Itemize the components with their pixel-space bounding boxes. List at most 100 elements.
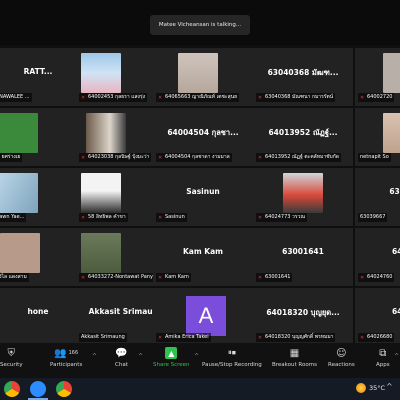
tray-chevron-icon[interactable]: ^ (386, 382, 393, 391)
participant-label: ✕ 64004504 กุลชาดา งามมาล (156, 153, 232, 162)
participant-tile[interactable]: 64018320 บุญยุด... ✕ 64018320 บุญญศักดิ์ … (253, 288, 353, 343)
reactions-icon: ☺ (336, 347, 347, 359)
chat-button[interactable]: 💬 Chat (115, 347, 128, 377)
participant-tile[interactable]: 64024 ✕64024760 (355, 228, 400, 286)
weather-widget[interactable]: 35°C (356, 383, 385, 393)
participant-tile[interactable]: 63001641 ✕ 63001641 (253, 228, 353, 286)
participant-name-large: 64004504 กุลชา... (167, 128, 239, 137)
chat-bubble-icon: 💬 (115, 347, 128, 359)
zoom-icon[interactable] (30, 381, 46, 397)
participant-label: ยาวิไล แดงสาม (0, 273, 29, 282)
participant-label: ✕ Amika Erica Takei (156, 333, 211, 342)
share-options-chevron[interactable]: ^ (194, 353, 199, 360)
participant-tile[interactable]: netnapit So (355, 108, 400, 166)
muted-mic-icon: ✕ (158, 274, 163, 281)
participant-avatar: A (186, 296, 226, 336)
participant-video (81, 53, 121, 93)
participant-video (86, 113, 126, 153)
participant-video (81, 233, 121, 273)
participant-label: ญา ยศร่างเย (0, 153, 23, 162)
muted-mic-icon: ✕ (360, 94, 365, 101)
record-button[interactable]: ⏸⏹ Pause/Stop Recording (202, 347, 262, 377)
apps-options-chevron[interactable]: ^ (394, 353, 399, 360)
participant-tile[interactable]: ✕ 64065663 ญาณิภัณท์ เตชะสุนย (153, 48, 253, 106)
participant-tile[interactable]: 64026 ✕64026680 (355, 288, 400, 343)
participants-options-chevron[interactable]: ^ (92, 353, 97, 360)
chrome-icon[interactable] (56, 381, 72, 397)
participant-tile[interactable]: 63040368 มัฒฑ... ✕ 63040368 มัณฑนา กมารรั… (253, 48, 353, 106)
participant-video (283, 173, 323, 213)
security-button[interactable]: ⛨ Security (0, 347, 23, 377)
muted-mic-icon: ✕ (258, 154, 263, 161)
sun-icon (356, 383, 366, 393)
pause-stop-icon: ⏸⏹ (227, 348, 236, 357)
muted-mic-icon: ✕ (258, 214, 263, 221)
reactions-button[interactable]: ☺ Reactions (328, 347, 355, 377)
breakout-rooms-icon: ▦ (289, 347, 300, 359)
breakout-rooms-button[interactable]: ▦ Breakout Rooms (272, 347, 317, 377)
participant-name-large: 630396 (389, 187, 400, 196)
participant-name-large: 63001641 (282, 247, 324, 256)
participant-name-large: Kam Kam (183, 247, 223, 256)
participant-tile[interactable]: ✕ 64024773 วรวณ (253, 168, 353, 226)
participant-label: TANAWALEE ... (0, 93, 32, 102)
participant-tile[interactable]: 630396 63039667 (355, 168, 400, 226)
apps-icon: ⧉ (379, 347, 387, 359)
participant-video (81, 173, 121, 213)
participant-label: ✕ Kam Kam (156, 273, 191, 282)
participant-video (0, 113, 38, 153)
participant-tile[interactable]: 64013952 ณัฏฐ์... ✕ 64013952 ณัฏฐ์ ตะคลัท… (253, 108, 353, 166)
participant-name-large: RATT... (23, 67, 53, 76)
participant-tile[interactable]: RATT... TANAWALEE ... (0, 48, 88, 106)
participant-label: ✕ 64002720 (358, 93, 395, 102)
muted-mic-icon: ✕ (360, 274, 365, 281)
muted-mic-icon: ✕ (158, 154, 163, 161)
muted-mic-icon: ✕ (158, 94, 163, 101)
participant-label: ✕ 64002453 กุลธรา แสงรุ่ง (79, 93, 148, 102)
meeting-top-bar: Matee Vicheansan is talking... (0, 0, 400, 45)
participant-label: 63039667 (358, 213, 388, 222)
muted-mic-icon: ✕ (258, 94, 263, 101)
participant-tile[interactable]: apawn Yae... (0, 168, 88, 226)
participant-tile[interactable]: ยาวิไล แดงสาม (0, 228, 88, 286)
participant-video (0, 233, 40, 273)
participant-label: ✕ 64018320 บุญญศักดิ์ พรหมมา (256, 333, 336, 342)
participant-tile[interactable]: A ✕ Amika Erica Takei (153, 288, 253, 343)
participant-label: ✕ Sasinun (156, 213, 187, 222)
participant-video (178, 53, 218, 93)
shield-icon: ⛨ (7, 347, 16, 359)
participant-name-large: 64018320 บุญยุด... (266, 308, 340, 317)
participant-label: ✕ 64065663 ญาณิภัณท์ เตชะสุนย (156, 93, 239, 102)
chat-options-chevron[interactable]: ^ (138, 353, 143, 360)
muted-mic-icon: ✕ (81, 94, 86, 101)
participants-icon: 👥 166 (54, 347, 79, 359)
muted-mic-icon: ✕ (158, 334, 163, 341)
active-speaker-banner: Matee Vicheansan is talking... (150, 15, 250, 35)
muted-mic-icon: ✕ (360, 334, 365, 341)
participant-label: ✕ 58 อิทธิพล คำขา (79, 213, 128, 222)
meeting-controls-toolbar: ⛨ Security 👥 166 Participants ^ 💬 Chat ^ … (0, 343, 400, 378)
muted-mic-icon: ✕ (258, 274, 263, 281)
participant-video (383, 113, 400, 153)
apps-button[interactable]: ⧉ Apps (376, 347, 390, 377)
participant-tile[interactable]: ญา ยศร่างเย (0, 108, 88, 166)
muted-mic-icon: ✕ (81, 274, 86, 281)
participant-tile[interactable]: Kam Kam ✕ Kam Kam (153, 228, 253, 286)
participant-name-large: 63040368 มัฒฑ... (267, 68, 339, 77)
participant-name-large: 64013952 ณัฏฐ์... (268, 128, 338, 137)
participant-name-large: 64026 (391, 307, 400, 316)
participant-label: apawn Yae... (0, 213, 27, 222)
participant-video (0, 173, 38, 213)
participant-tile[interactable]: Sasinun ✕ Sasinun (153, 168, 253, 226)
participant-tile[interactable]: hone (0, 288, 88, 343)
participant-label: netnapit So (358, 153, 391, 162)
participant-tile[interactable]: ✕ 64002720 (355, 48, 400, 106)
participant-tile[interactable]: 64004504 กุลชา... ✕ 64004504 กุลชาดา งามม… (153, 108, 253, 166)
participant-label: ✕ 64013952 ณัฏฐ์ ตะคลัทมาชับกัด (256, 153, 341, 162)
participants-button[interactable]: 👥 166 Participants (50, 347, 82, 377)
chrome-icon[interactable] (4, 381, 20, 397)
share-screen-button[interactable]: ▲ Share Screen (153, 347, 190, 377)
muted-mic-icon: ✕ (258, 334, 263, 341)
participant-name-large: 64024 (391, 247, 400, 256)
participant-label: ✕ 64024773 วรวณ (256, 213, 307, 222)
